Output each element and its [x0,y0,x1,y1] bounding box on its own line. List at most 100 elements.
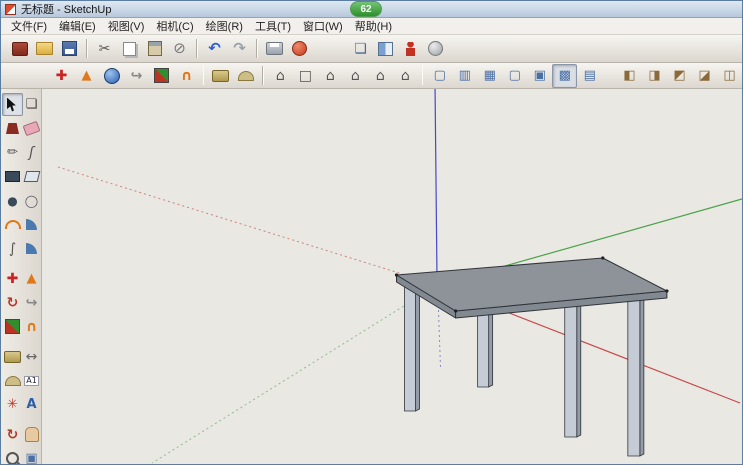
print-button[interactable] [262,37,287,61]
wedge-tool[interactable] [21,237,42,260]
text-3d-tool[interactable]: A [21,393,42,416]
table-leg[interactable] [565,301,577,437]
freehand-tool[interactable]: ʃ [21,141,42,164]
menu-edit[interactable]: 编辑(E) [53,18,102,34]
back-view-icon: ⌂ [372,67,389,84]
offset-tool[interactable]: ∩ [21,315,42,338]
bezier-tool[interactable]: ∫ [2,237,23,260]
arc-tool[interactable] [2,213,23,236]
style-textured-button[interactable]: ▩ [552,64,577,88]
move-button[interactable]: ✚ [49,64,74,88]
circle-tool[interactable]: ● [2,189,23,212]
arc-icon [5,220,21,229]
protractor-tool[interactable] [2,369,23,392]
std-view-1-button[interactable]: ◧ [617,64,642,88]
pan-tool[interactable] [21,423,42,446]
menu-file[interactable]: 文件(F) [5,18,53,34]
clipboard-icon [148,41,162,56]
erase-icon: ⊘ [171,40,188,57]
table-leg-side[interactable] [416,286,420,411]
zoom-extents-icon: ▣ [23,450,40,465]
view-right-button[interactable]: ⌂ [343,64,368,88]
copy-button[interactable] [117,37,142,61]
style-monochrome-button[interactable]: ▤ [577,64,602,88]
save-button[interactable] [57,37,82,61]
std-view-4-button[interactable]: ◪ [692,64,717,88]
view-left-button[interactable]: ⌂ [393,64,418,88]
materials-button[interactable] [373,37,398,61]
style-shaded-button[interactable]: ▣ [527,64,552,88]
rotate-tool[interactable]: ↻ [2,291,23,314]
view-iso-button[interactable]: ⌂ [268,64,293,88]
std-view-3-button[interactable]: ◩ [667,64,692,88]
erase-button[interactable]: ⊘ [167,37,192,61]
select-tool[interactable] [2,93,23,116]
std-view-2-button[interactable]: ◨ [642,64,667,88]
orbit-button[interactable] [99,64,124,88]
scale-button[interactable] [149,64,174,88]
menu-tools[interactable]: 工具(T) [249,18,297,34]
style-back-edges-button[interactable]: ▥ [452,64,477,88]
redo-button[interactable]: ↷ [227,37,252,61]
pie-tool[interactable] [21,213,42,236]
undo-button[interactable]: ↶ [202,37,227,61]
toolbar-separator [262,66,263,85]
follow-me-tool[interactable]: ↪ [21,291,42,314]
select-cursor-icon [7,98,18,112]
zoom-tool[interactable] [2,447,23,465]
cube-view-icon: ◧ [621,67,638,84]
offset-button[interactable]: ∩ [174,64,199,88]
std-view-5-button[interactable]: ◫ [717,64,742,88]
menu-camera[interactable]: 相机(C) [150,18,199,34]
follow-me-button[interactable]: ↪ [124,64,149,88]
cut-button[interactable]: ✂ [92,37,117,61]
sketchup-logo-icon [5,4,16,15]
circle-icon: ● [4,192,21,209]
view-front-button[interactable]: ⌂ [318,64,343,88]
paste-button[interactable] [142,37,167,61]
menu-draw[interactable]: 绘图(R) [200,18,249,34]
menu-help[interactable]: 帮助(H) [349,18,398,34]
orbit-tool[interactable]: ↻ [2,423,23,446]
push-pull-button[interactable]: ▲ [74,64,99,88]
figure-button[interactable] [398,37,423,61]
model-info-button[interactable] [287,37,312,61]
style-xray-button[interactable]: ▢ [427,64,452,88]
line-tool[interactable]: ✏ [2,141,23,164]
new-button[interactable] [7,37,32,61]
style-wireframe-button[interactable]: ▦ [477,64,502,88]
protractor-button[interactable] [233,64,258,88]
table-leg-side[interactable] [577,300,581,437]
table-leg-side[interactable] [640,298,644,456]
rectangle-tool[interactable] [2,165,23,188]
table-leg[interactable] [628,299,640,456]
push-pull-tool[interactable]: ▲ [21,267,42,290]
menu-view[interactable]: 视图(V) [102,18,151,34]
eraser-tool[interactable] [21,117,42,140]
text-tool[interactable]: A1 [21,369,42,392]
printer-icon [266,42,283,55]
polygon-tool[interactable]: ◯ [21,189,42,212]
view-back-button[interactable]: ⌂ [368,64,393,88]
menu-window[interactable]: 窗口(W) [297,18,349,34]
open-button[interactable] [32,37,57,61]
move-tool[interactable]: ✚ [2,267,23,290]
main-area: ❏ ✏ ʃ ● ◯ ∫ ✚ ▲ ↻ ↪ ∩ ↔ A1 ✳ A [1,89,742,465]
scale-tool[interactable] [2,315,23,338]
dimension-tool[interactable]: ↔ [21,345,42,368]
viewport[interactable] [42,89,742,465]
view-top-button[interactable]: □ [293,64,318,88]
make-component-tool[interactable]: ❏ [21,93,42,116]
style-hidden-line-button[interactable]: ▢ [502,64,527,88]
front-view-icon: ⌂ [322,67,339,84]
tape-measure-button[interactable] [208,64,233,88]
table-leg[interactable] [405,287,416,411]
zoom-extents-tool[interactable]: ▣ [21,447,42,465]
paint-bucket-tool[interactable] [2,117,23,140]
rotated-rectangle-tool[interactable] [21,165,42,188]
axes-tool[interactable]: ✳ [2,393,23,416]
component-browser-button[interactable]: ❏ [348,37,373,61]
tape-measure-tool[interactable] [2,345,23,368]
styles-button[interactable] [423,37,448,61]
move-icon: ✚ [53,67,70,84]
